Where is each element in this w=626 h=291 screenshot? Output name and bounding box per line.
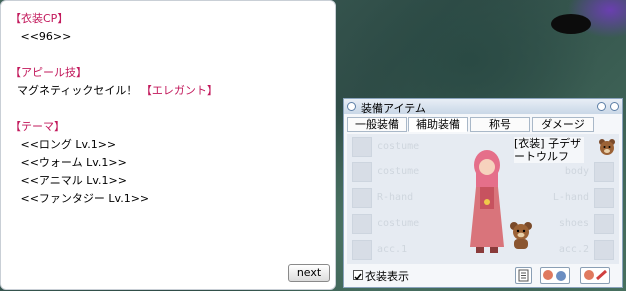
window-titlebar[interactable]: 装備アイテム [344, 99, 622, 115]
dialog-line: <<アニマル Lv.1>> [10, 172, 331, 190]
notepad-icon[interactable] [515, 267, 532, 284]
char-info-glyph [584, 269, 607, 281]
appeal-skill: マグネティックセイル！ [10, 84, 141, 97]
theme-item: <<ウォーム Lv.1>> [10, 156, 127, 169]
slot-square [352, 162, 372, 182]
equipment-window: 装備アイテム 一般装備 補助装備 称号 ダメージ costume costume… [343, 98, 623, 288]
costume-display-checkbox[interactable] [353, 270, 363, 281]
theme-item: <<アニマル Lv.1>> [10, 174, 127, 187]
dialog-line: 【アピール技】 [10, 64, 331, 82]
slot-square [594, 214, 614, 234]
dialog-line: <<ロング Lv.1>> [10, 136, 331, 154]
dialog-line: マグネティックセイル！ 【エレガント】 [10, 82, 331, 100]
dialog-line: <<ウォーム Lv.1>> [10, 154, 331, 172]
cp-value: <<96>> [10, 30, 72, 43]
ground-shadow [551, 14, 591, 34]
next-button[interactable]: next [288, 264, 330, 282]
slot-costume-head-mid[interactable]: costume [347, 161, 427, 183]
theme-item: <<ロング Lv.1>> [10, 138, 117, 151]
slot-costume-garment[interactable]: costume [347, 213, 427, 235]
slot-square [594, 188, 614, 208]
slot-label: acc.2 [558, 244, 589, 255]
slot-label: R-hand [377, 192, 414, 203]
npc-dialog-window: 【衣装CP】 <<96>> 【アピール技】 マグネティックセイル！ 【エレガント… [0, 0, 336, 290]
equipment-tabs: 一般装備 補助装備 称号 ダメージ [347, 117, 619, 132]
slot-label: body [564, 166, 589, 177]
slot-label: costume [377, 166, 420, 177]
slot-body[interactable]: body [539, 161, 619, 183]
theme-item: <<ファンタジー Lv.1>> [10, 192, 150, 205]
slot-acc-1[interactable]: acc.1 [347, 239, 427, 261]
slot-square [352, 137, 372, 157]
dialog-line [10, 46, 331, 64]
tab-general-equipment[interactable]: 一般装備 [347, 117, 407, 132]
close-icon[interactable] [610, 102, 619, 111]
pet-costume-item-icon[interactable] [596, 136, 618, 158]
slot-square [594, 162, 614, 182]
slot-costume-head-top[interactable]: costume [347, 136, 427, 158]
equipment-bottom-bar: 衣装表示 [347, 266, 619, 286]
slot-l-hand[interactable]: L-hand [539, 187, 619, 209]
dialog-line [10, 100, 331, 118]
slot-label: acc.1 [377, 244, 408, 255]
notepad-glyph [518, 269, 529, 282]
slot-square [352, 240, 372, 260]
slot-acc-2[interactable]: acc.2 [539, 239, 619, 261]
slot-label: costume [377, 141, 420, 152]
slot-label: shoes [558, 218, 589, 229]
character-preview [470, 150, 504, 253]
slot-square [594, 240, 614, 260]
tab-damage[interactable]: ダメージ [532, 117, 594, 132]
tab-title[interactable]: 称号 [470, 117, 530, 132]
swap-glyph [543, 270, 566, 281]
costume-display-label: 衣装表示 [365, 270, 409, 283]
equipped-item-name: [衣装] 子デザートウルフ [514, 137, 584, 163]
appeal-type: 【エレガント】 [140, 84, 218, 97]
window-icon [347, 102, 356, 111]
swap-equipment-icon[interactable] [540, 267, 570, 284]
slot-r-hand[interactable]: R-hand [347, 187, 427, 209]
pet-preview [510, 222, 532, 249]
character-info-icon[interactable] [580, 267, 610, 284]
slot-label: costume [377, 218, 420, 229]
slot-square [352, 188, 372, 208]
section-heading: 【テーマ】 [10, 120, 65, 133]
dialog-line: <<ファンタジー Lv.1>> [10, 190, 331, 208]
dialog-line: <<96>> [10, 28, 331, 46]
dialog-line: 【テーマ】 [10, 118, 331, 136]
tab-sub-equipment[interactable]: 補助装備 [408, 117, 468, 132]
slot-square [352, 214, 372, 234]
window-title: 装備アイテム [361, 102, 426, 115]
dialog-text: 【衣装CP】 <<96>> 【アピール技】 マグネティックセイル！ 【エレガント… [10, 10, 331, 208]
dialog-line: 【衣装CP】 [10, 10, 331, 28]
slot-shoes[interactable]: shoes [539, 213, 619, 235]
section-heading: 【アピール技】 [10, 66, 87, 79]
check-icon [354, 273, 362, 281]
minimize-icon[interactable] [597, 102, 606, 111]
slot-label: L-hand [552, 192, 589, 203]
section-heading: 【衣装CP】 [10, 12, 69, 25]
